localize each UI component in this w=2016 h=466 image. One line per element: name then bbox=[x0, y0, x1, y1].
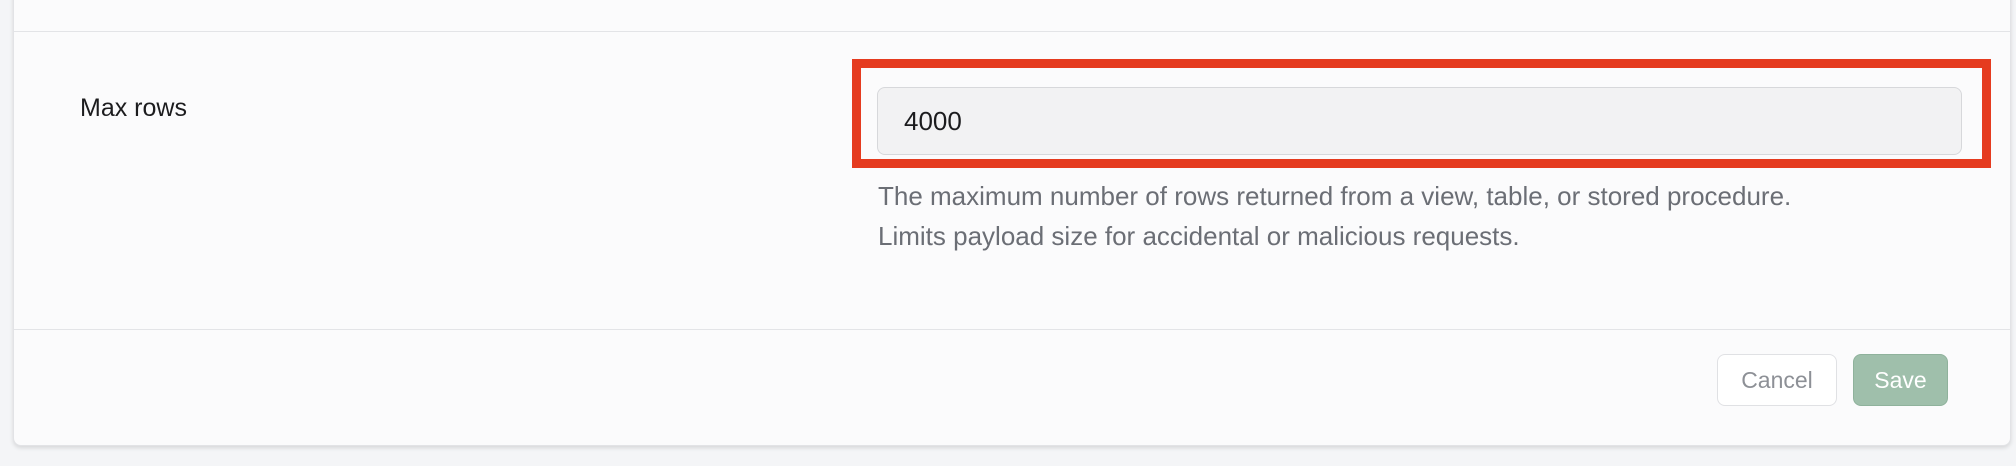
save-button[interactable]: Save bbox=[1853, 354, 1948, 406]
settings-card: Max rows The maximum number of rows retu… bbox=[13, 0, 2011, 446]
cancel-button[interactable]: Cancel bbox=[1717, 354, 1837, 406]
help-line-1: The maximum number of rows returned from… bbox=[878, 181, 1792, 211]
help-line-2: Limits payload size for accidental or ma… bbox=[878, 221, 1520, 251]
footer-divider bbox=[14, 329, 2010, 330]
max-rows-input[interactable] bbox=[877, 87, 1962, 155]
max-rows-help: The maximum number of rows returned from… bbox=[878, 176, 1791, 256]
max-rows-label: Max rows bbox=[80, 94, 187, 122]
top-divider bbox=[14, 31, 2010, 32]
